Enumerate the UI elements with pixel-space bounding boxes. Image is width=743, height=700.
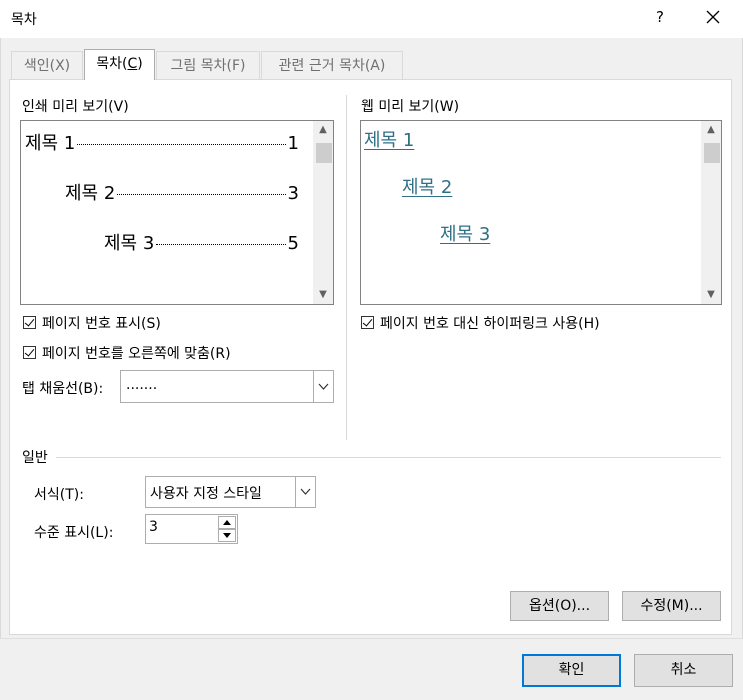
arrow-down-icon xyxy=(223,533,231,538)
levels-spinner[interactable]: 3 xyxy=(145,514,238,544)
scroll-thumb[interactable] xyxy=(704,143,720,163)
general-divider xyxy=(56,457,721,458)
close-button[interactable] xyxy=(702,6,724,28)
dot-leader xyxy=(156,244,286,245)
entry-page: 1 xyxy=(287,133,299,154)
print-entry-3: 제목 3 5 xyxy=(104,229,299,255)
modify-button[interactable]: 수정(M)... xyxy=(622,591,721,621)
levels-value[interactable]: 3 xyxy=(149,519,158,535)
tab-index[interactable]: 색인(X) xyxy=(11,51,83,79)
close-icon xyxy=(706,10,720,24)
arrow-up-icon xyxy=(223,520,231,525)
levels-label: 수준 표시(L): xyxy=(34,525,114,541)
web-entry-2[interactable]: 제목 2 xyxy=(402,173,452,199)
tab-table-of-contents[interactable]: 목차(C) xyxy=(84,49,155,80)
dot-leader xyxy=(77,144,286,145)
scroll-down-icon[interactable]: ▼ xyxy=(313,286,333,304)
use-hyperlinks-checkbox[interactable] xyxy=(361,316,374,329)
chevron-down-icon xyxy=(318,383,329,390)
window-title: 목차 xyxy=(11,12,37,28)
scroll-up-icon[interactable]: ▲ xyxy=(701,121,721,139)
print-preview-label: 인쇄 미리 보기(V) xyxy=(22,99,129,115)
tab-leader-label: 탭 채움선(B): xyxy=(22,381,104,397)
dropdown-button[interactable] xyxy=(295,477,315,507)
entry-text: 제목 1 xyxy=(25,133,76,154)
vertical-divider xyxy=(346,95,347,440)
scroll-down-icon[interactable]: ▼ xyxy=(701,286,721,304)
web-preview-label: 웹 미리 보기(W) xyxy=(361,99,460,115)
entry-text: 제목 3 xyxy=(104,233,155,254)
show-page-numbers-label[interactable]: 페이지 번호 표시(S) xyxy=(42,313,161,333)
web-entry-3[interactable]: 제목 3 xyxy=(440,220,490,246)
tab-leader-select[interactable]: ....... xyxy=(120,370,334,403)
tab-table-of-authorities[interactable]: 관련 근거 목차(A) xyxy=(261,51,403,79)
tab-label: 목차(C) xyxy=(96,56,143,72)
format-label: 서식(T): xyxy=(34,487,84,503)
dialog-footer xyxy=(0,638,743,700)
web-preview-scrollbar[interactable]: ▲ ▼ xyxy=(701,121,721,304)
dot-leader xyxy=(117,194,286,195)
format-value: 사용자 지정 스타일 xyxy=(150,486,262,502)
entry-text: 제목 2 xyxy=(65,183,116,204)
print-entry-2: 제목 2 3 xyxy=(65,179,299,205)
options-button[interactable]: 옵션(O)... xyxy=(510,591,609,621)
scroll-thumb[interactable] xyxy=(316,143,332,163)
dropdown-button[interactable] xyxy=(313,371,333,402)
scroll-up-icon[interactable]: ▲ xyxy=(313,121,333,139)
tab-leader-value: ....... xyxy=(126,377,158,393)
spin-up-button[interactable] xyxy=(218,516,236,529)
right-align-label[interactable]: 페이지 번호를 오른쪽에 맞춤(R) xyxy=(42,343,231,363)
use-hyperlinks-label[interactable]: 페이지 번호 대신 하이퍼링크 사용(H) xyxy=(380,313,600,333)
web-preview-box xyxy=(360,120,722,305)
print-preview-scrollbar[interactable]: ▲ ▼ xyxy=(313,121,333,304)
help-button[interactable]: ? xyxy=(650,8,670,26)
general-heading: 일반 xyxy=(22,450,48,466)
title-bar xyxy=(0,0,743,38)
print-entry-1: 제목 1 1 xyxy=(25,129,299,155)
right-align-checkbox[interactable] xyxy=(23,346,36,359)
entry-page: 5 xyxy=(287,233,299,254)
ok-button[interactable]: 확인 xyxy=(522,654,621,687)
tab-table-of-figures[interactable]: 그림 목차(F) xyxy=(156,51,260,79)
cancel-button[interactable]: 취소 xyxy=(634,654,733,687)
spin-down-button[interactable] xyxy=(218,529,236,542)
web-entry-1[interactable]: 제목 1 xyxy=(364,126,414,152)
format-select[interactable]: 사용자 지정 스타일 xyxy=(145,476,316,508)
entry-page: 3 xyxy=(287,183,299,204)
show-page-numbers-checkbox[interactable] xyxy=(23,316,36,329)
chevron-down-icon xyxy=(300,488,311,495)
